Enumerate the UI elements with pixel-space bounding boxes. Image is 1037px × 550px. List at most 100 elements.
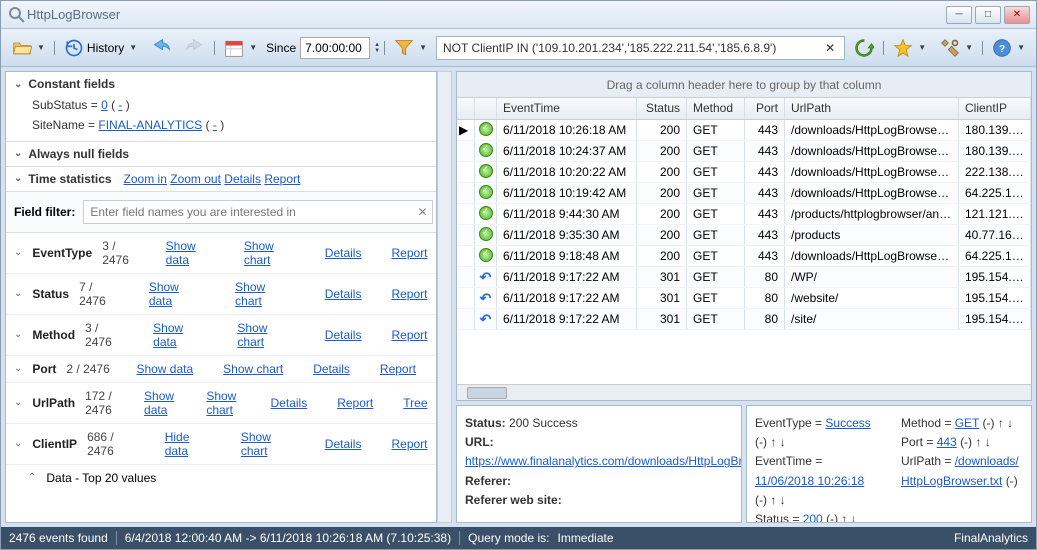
grid-row[interactable]: 6/11/2018 10:20:22 AM200GET443/downloads… xyxy=(457,162,1031,183)
detail-url-link[interactable]: https://www.finalanalytics.com/downloads… xyxy=(465,454,742,468)
field-filter-input[interactable] xyxy=(83,200,433,224)
stat-show-chart-link[interactable]: Show chart xyxy=(235,280,295,308)
stat-details-link[interactable]: Details xyxy=(325,246,362,260)
column-header[interactable] xyxy=(457,98,475,119)
filter-funnel-button[interactable]: ▼ xyxy=(389,33,432,63)
redo-button[interactable] xyxy=(180,33,210,63)
stat-show-data-link[interactable]: Show data xyxy=(136,362,193,376)
stat-show-chart-link[interactable]: Show chart xyxy=(237,321,294,349)
status-range: 6/4/2018 12:00:40 AM -> 6/11/2018 10:26:… xyxy=(125,531,451,545)
time-statistics-header[interactable]: ⌄ Time statistics Zoom in Zoom out Detai… xyxy=(14,172,428,186)
time-zoom-out-link[interactable]: Zoom out xyxy=(170,172,221,186)
stat-details-link[interactable]: Details xyxy=(313,362,350,376)
grid-row[interactable]: 6/11/2018 10:19:42 AM200GET443/downloads… xyxy=(457,183,1031,204)
chevron-down-icon: ⌄ xyxy=(14,438,22,449)
stat-row-status[interactable]: ⌄Status7 / 2476 Show data Show chart Det… xyxy=(6,274,436,315)
since-label: Since xyxy=(266,41,296,55)
column-header[interactable]: Port xyxy=(745,98,785,119)
stat-report-link[interactable]: Report xyxy=(391,287,427,301)
column-header[interactable]: Method xyxy=(687,98,745,119)
stat-row-eventtype[interactable]: ⌄EventType3 / 2476 Show data Show chart … xyxy=(6,233,436,274)
grid-hscroll[interactable] xyxy=(457,384,1031,400)
close-button[interactable]: ✕ xyxy=(1004,6,1030,24)
history-button[interactable]: History ▼ xyxy=(59,33,142,63)
grid-row[interactable]: 6/11/2018 10:24:37 AM200GET443/downloads… xyxy=(457,141,1031,162)
grid-header[interactable]: EventTimeStatusMethodPortUrlPathClientIP xyxy=(457,98,1031,120)
column-header[interactable] xyxy=(475,98,497,119)
stat-report-link[interactable]: Report xyxy=(392,246,428,260)
titlebar: HttpLogBrowser ─ □ ✕ xyxy=(1,1,1036,29)
stat-report-link[interactable]: Report xyxy=(380,362,416,376)
stat-details-link[interactable]: Details xyxy=(325,328,362,342)
grid-row[interactable]: ↶6/11/2018 9:17:22 AM301GET80/WP/195.154… xyxy=(457,267,1031,288)
data-grid: Drag a column header here to group by th… xyxy=(456,71,1032,401)
help-button[interactable]: ? ▼ xyxy=(987,33,1030,63)
column-header[interactable]: UrlPath xyxy=(785,98,959,119)
undo-button[interactable] xyxy=(146,33,176,63)
since-spinner[interactable]: ▲▼ xyxy=(374,42,380,54)
detail-link[interactable]: /downloads/ xyxy=(955,454,1019,468)
stat-show-chart-link[interactable]: Show chart xyxy=(223,362,283,376)
stat-details-link[interactable]: Details xyxy=(271,396,308,410)
grid-row[interactable]: ↶6/11/2018 9:17:22 AM301GET80/website/19… xyxy=(457,288,1031,309)
detail-link[interactable]: 443 xyxy=(937,435,957,449)
minimize-button[interactable]: ─ xyxy=(946,6,972,24)
since-input[interactable] xyxy=(300,37,370,59)
grid-row[interactable]: 6/11/2018 9:44:30 AM200GET443/products/h… xyxy=(457,204,1031,225)
stat-show-data-link[interactable]: Show data xyxy=(153,321,207,349)
stat-show-data-link[interactable]: Show data xyxy=(144,389,176,417)
left-scrollbar[interactable] xyxy=(437,71,452,523)
detail-link[interactable]: GET xyxy=(955,416,979,430)
detail-link[interactable]: 200 xyxy=(803,512,823,523)
always-null-header[interactable]: ⌄ Always null fields xyxy=(14,147,428,161)
grid-row[interactable]: 6/11/2018 9:35:30 AM200GET443/products40… xyxy=(457,225,1031,246)
stat-tree-link[interactable]: Tree xyxy=(403,396,427,410)
stat-report-link[interactable]: Report xyxy=(337,396,373,410)
detail-link[interactable]: HttpLogBrowser.txt xyxy=(901,474,1002,488)
stat-details-link[interactable]: Details xyxy=(325,287,362,301)
stat-row-method[interactable]: ⌄Method3 / 2476 Show data Show chart Det… xyxy=(6,315,436,356)
maximize-button[interactable]: □ xyxy=(975,6,1001,24)
grid-row[interactable]: 6/11/2018 9:18:48 AM200GET443/downloads/… xyxy=(457,246,1031,267)
detail-link[interactable]: Success xyxy=(825,416,870,430)
stat-show-chart-link[interactable]: Show chart xyxy=(244,239,295,267)
favorites-button[interactable]: ▼ xyxy=(888,33,931,63)
clear-field-filter-icon[interactable]: ✕ xyxy=(417,205,427,219)
time-report-link[interactable]: Report xyxy=(264,172,300,186)
stat-show-chart-link[interactable]: Show chart xyxy=(206,389,240,417)
stat-report-link[interactable]: Report xyxy=(391,437,427,451)
open-button[interactable]: ▼ xyxy=(7,33,50,63)
stat-report-link[interactable]: Report xyxy=(391,328,427,342)
time-details-link[interactable]: Details xyxy=(224,172,261,186)
tools-button[interactable]: ▼ xyxy=(935,33,978,63)
group-by-bar[interactable]: Drag a column header here to group by th… xyxy=(457,72,1031,98)
column-header[interactable]: EventTime xyxy=(497,98,637,119)
stat-row-clientip[interactable]: ⌄ClientIP686 / 2476 Hide data Show chart… xyxy=(6,424,436,465)
clear-filter-icon[interactable]: ✕ xyxy=(822,41,838,55)
constant-value-link[interactable]: 0 xyxy=(101,98,108,112)
stat-details-link[interactable]: Details xyxy=(325,437,362,451)
constant-value-link[interactable]: FINAL-ANALYTICS xyxy=(98,118,202,132)
filter-expression-input[interactable]: NOT ClientIP IN ('109.10.201.234','185.2… xyxy=(436,36,845,60)
status-ok-icon xyxy=(479,206,493,220)
detail-link[interactable]: 11/06/2018 10:26:18 xyxy=(755,474,864,488)
column-header[interactable]: Status xyxy=(637,98,687,119)
grid-row[interactable]: ▶6/11/2018 10:26:18 AM200GET443/download… xyxy=(457,120,1031,141)
stat-show-chart-link[interactable]: Show chart xyxy=(241,430,295,458)
status-ok-icon xyxy=(479,122,493,136)
stat-hide-data-link[interactable]: Hide data xyxy=(165,430,211,458)
field-filter-label: Field filter: xyxy=(14,205,75,219)
chevron-down-icon: ⌄ xyxy=(14,79,22,90)
status-ok-icon xyxy=(479,185,493,199)
chevron-down-icon: ⌄ xyxy=(14,329,22,340)
column-header[interactable]: ClientIP xyxy=(959,98,1031,119)
grid-row[interactable]: ↶6/11/2018 9:17:22 AM301GET80/site/195.1… xyxy=(457,309,1031,330)
calendar-button[interactable]: ▼ xyxy=(219,33,262,63)
refresh-button[interactable] xyxy=(849,33,879,63)
stat-row-urlpath[interactable]: ⌄UrlPath172 / 2476 Show data Show chart … xyxy=(6,383,436,424)
stat-show-data-link[interactable]: Show data xyxy=(166,239,214,267)
constant-fields-header[interactable]: ⌄ Constant fields xyxy=(14,77,428,91)
time-zoom-in-link[interactable]: Zoom in xyxy=(124,172,167,186)
stat-row-port[interactable]: ⌄Port2 / 2476 Show data Show chart Detai… xyxy=(6,356,436,383)
stat-show-data-link[interactable]: Show data xyxy=(149,280,205,308)
